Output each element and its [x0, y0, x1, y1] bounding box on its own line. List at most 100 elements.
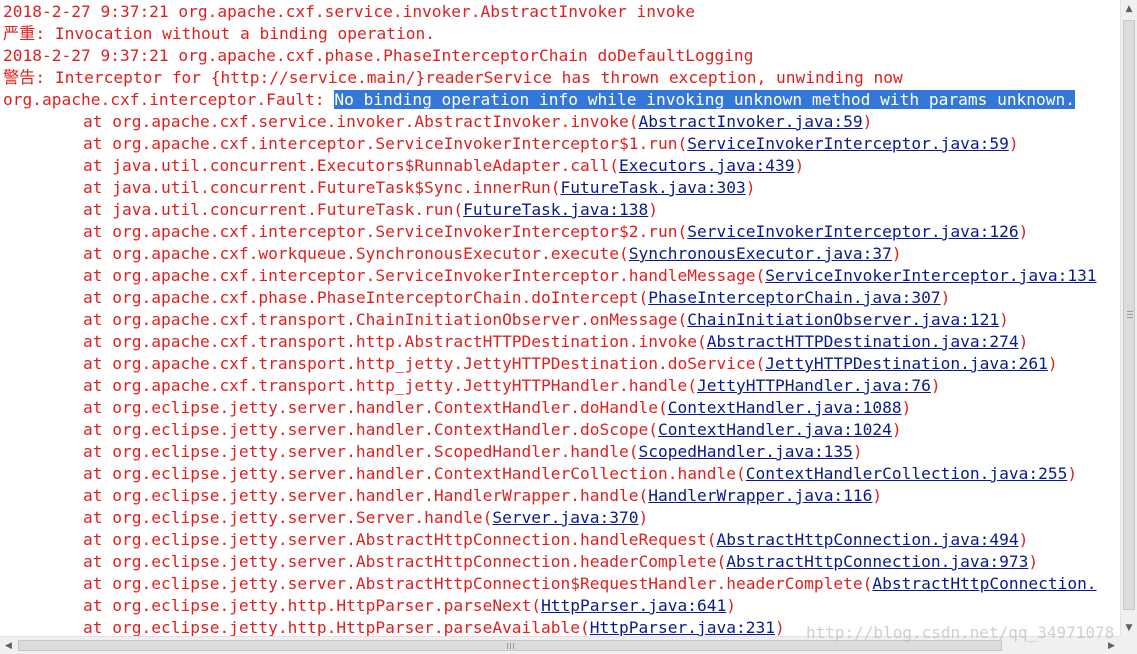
stack-frame-suffix: ) [891, 420, 902, 439]
stack-frame-method: at org.eclipse.jetty.server.AbstractHttp… [83, 574, 873, 593]
stack-frame-method: at org.apache.cxf.transport.http_jetty.J… [83, 354, 766, 373]
source-link[interactable]: AbstractInvoker.java:59 [639, 112, 863, 131]
source-link[interactable]: FutureTask.java:303 [561, 178, 746, 197]
watermark: http://blog.csdn.net/qq_34971078 [806, 623, 1115, 642]
source-link[interactable]: AbstractHTTPDestination.java:274 [707, 332, 1019, 351]
stack-frame: at org.apache.cxf.transport.http_jetty.J… [83, 375, 941, 397]
stack-frame: at org.apache.cxf.workqueue.SynchronousE… [83, 243, 902, 265]
stack-frame-method: at org.eclipse.jetty.server.Server.handl… [83, 508, 493, 527]
stack-frame: at java.util.concurrent.FutureTask$Sync.… [83, 177, 755, 199]
stack-frame: at org.apache.cxf.transport.ChainInitiat… [83, 309, 1009, 331]
stack-frame-suffix: ) [774, 618, 785, 636]
stack-frame-method: at org.apache.cxf.interceptor.ServiceInv… [83, 222, 688, 241]
stack-frame: at org.apache.cxf.service.invoker.Abstra… [83, 111, 872, 133]
stack-frame-method: at org.apache.cxf.transport.ChainInitiat… [83, 310, 688, 329]
grip-line [507, 643, 508, 649]
log-severe-line: 严重: Invocation without a binding operati… [3, 24, 435, 43]
grip-line [1127, 311, 1133, 312]
stack-frame-method: at org.apache.cxf.interceptor.ServiceInv… [83, 134, 688, 153]
stack-frame-method: at org.eclipse.jetty.server.handler.Cont… [83, 464, 746, 483]
stack-frame-method: at org.eclipse.jetty.server.handler.Cont… [83, 420, 658, 439]
stack-frame: at org.eclipse.jetty.server.handler.Cont… [83, 463, 1077, 485]
source-link[interactable]: FutureTask.java:138 [463, 200, 648, 219]
grip-line [1127, 317, 1133, 318]
stack-frame-method: at org.apache.cxf.service.invoker.Abstra… [83, 112, 639, 131]
source-link[interactable]: ScopedHandler.java:135 [639, 442, 853, 461]
source-link[interactable]: Server.java:370 [492, 508, 638, 527]
source-link[interactable]: AbstractHttpConnection.java:973 [726, 552, 1028, 571]
stack-frame: at org.eclipse.jetty.server.AbstractHttp… [83, 551, 1038, 573]
log-header-line: 2018-2-27 9:37:21 org.apache.cxf.phase.P… [3, 46, 754, 65]
grip-line [513, 643, 514, 649]
stack-frame-suffix: ) [862, 112, 873, 131]
stack-frame-suffix: ) [1018, 530, 1029, 549]
selected-fault-message[interactable]: No binding operation info while invoking… [334, 90, 1076, 109]
stack-frame-suffix: ) [648, 200, 659, 219]
stack-frame-method: at org.apache.cxf.interceptor.ServiceInv… [83, 266, 766, 285]
source-link[interactable]: ContextHandlerCollection.java:255 [746, 464, 1068, 483]
grip-line [1127, 314, 1133, 315]
stack-frame-suffix: ) [930, 376, 941, 395]
source-link[interactable]: ContextHandler.java:1088 [668, 398, 902, 417]
source-link[interactable]: AbstractHttpConnection. [872, 574, 1096, 593]
stack-frame: at org.eclipse.jetty.server.handler.Cont… [83, 419, 902, 441]
source-link[interactable]: ContextHandler.java:1024 [658, 420, 892, 439]
stack-frame-suffix: ) [1018, 332, 1029, 351]
stack-frame-suffix: ) [638, 508, 649, 527]
vertical-scrollbar[interactable]: ▲ ▼ [1120, 0, 1137, 636]
stack-frame-suffix: ) [745, 178, 756, 197]
stack-frame-method: at org.eclipse.jetty.http.HttpParser.par… [83, 596, 542, 615]
fault-prefix: org.apache.cxf.interceptor.Fault: [3, 90, 335, 109]
source-link[interactable]: PhaseInterceptorChain.java:307 [648, 288, 940, 307]
stack-frame-suffix: ) [1018, 222, 1029, 241]
stack-frame-suffix: ) [1047, 354, 1058, 373]
stack-frame: at org.apache.cxf.interceptor.ServiceInv… [83, 133, 1019, 155]
vertical-scroll-thumb[interactable] [1123, 20, 1135, 610]
stack-frame-suffix: ) [891, 244, 902, 263]
stack-frame: at org.eclipse.jetty.server.handler.Scop… [83, 441, 863, 463]
stack-frame-method: at java.util.concurrent.FutureTask.run( [83, 200, 464, 219]
stack-frame-method: at org.eclipse.jetty.server.handler.Hand… [83, 486, 649, 505]
stack-frame: at org.eclipse.jetty.server.AbstractHttp… [83, 573, 1097, 595]
source-link[interactable]: HttpParser.java:641 [541, 596, 726, 615]
stack-frame-suffix: ) [901, 398, 912, 417]
stack-frame-method: at org.apache.cxf.transport.http_jetty.J… [83, 376, 697, 395]
stack-frame-suffix: ) [726, 596, 736, 615]
source-link[interactable]: ServiceInvokerInterceptor.java:126 [687, 222, 1018, 241]
stack-frame-suffix: ) [852, 442, 863, 461]
scrollbar-corner [1120, 636, 1137, 654]
stack-frame-method: at java.util.concurrent.FutureTask$Sync.… [83, 178, 561, 197]
log-warning-line: 警告: Interceptor for {http://service.main… [3, 68, 903, 87]
console-output[interactable]: 2018-2-27 9:37:21 org.apache.cxf.service… [0, 0, 1120, 636]
grip-line [510, 643, 511, 649]
stack-frame: at org.eclipse.jetty.server.AbstractHttp… [83, 529, 1028, 551]
arrow-up-icon[interactable]: ▲ [1121, 0, 1137, 17]
stack-frame-suffix: ) [872, 486, 883, 505]
source-link[interactable]: Executors.java:439 [619, 156, 794, 175]
source-link[interactable]: ServiceInvokerInterceptor.java:59 [687, 134, 1009, 153]
stack-frame: at org.apache.cxf.phase.PhaseInterceptor… [83, 287, 950, 309]
stack-frame: at org.eclipse.jetty.server.Server.handl… [83, 507, 648, 529]
stack-frame: at org.apache.cxf.interceptor.ServiceInv… [83, 265, 1097, 287]
source-link[interactable]: ChainInitiationObserver.java:121 [687, 310, 999, 329]
stack-frame-method: at org.eclipse.jetty.server.AbstractHttp… [83, 530, 717, 549]
arrow-left-icon[interactable]: ◀ [0, 637, 17, 654]
source-link[interactable]: JettyHTTPDestination.java:261 [765, 354, 1048, 373]
source-link[interactable]: ServiceInvokerInterceptor.java:131 [765, 266, 1096, 285]
source-link[interactable]: SynchronousExecutor.java:37 [629, 244, 892, 263]
stack-frame-method: at org.apache.cxf.transport.http.Abstrac… [83, 332, 707, 351]
arrow-down-icon[interactable]: ▼ [1121, 619, 1137, 636]
stack-frame: at org.eclipse.jetty.http.HttpParser.par… [83, 595, 736, 617]
source-link[interactable]: JettyHTTPHandler.java:76 [697, 376, 931, 395]
source-link[interactable]: HandlerWrapper.java:116 [648, 486, 872, 505]
source-link[interactable]: AbstractHttpConnection.java:494 [716, 530, 1018, 549]
stack-frame-method: at org.eclipse.jetty.server.handler.Cont… [83, 398, 668, 417]
source-link[interactable]: HttpParser.java:231 [590, 618, 775, 636]
stack-frame-method: at org.apache.cxf.phase.PhaseInterceptor… [83, 288, 649, 307]
stack-frame: at org.eclipse.jetty.http.HttpParser.par… [83, 617, 785, 636]
stack-frame-method: at org.apache.cxf.workqueue.SynchronousE… [83, 244, 629, 263]
stack-frame-suffix: ) [1008, 134, 1019, 153]
log-header-line: 2018-2-27 9:37:21 org.apache.cxf.service… [3, 2, 695, 21]
stack-frame: at java.util.concurrent.FutureTask.run(F… [83, 199, 658, 221]
stack-frame-method: at org.eclipse.jetty.server.handler.Scop… [83, 442, 639, 461]
